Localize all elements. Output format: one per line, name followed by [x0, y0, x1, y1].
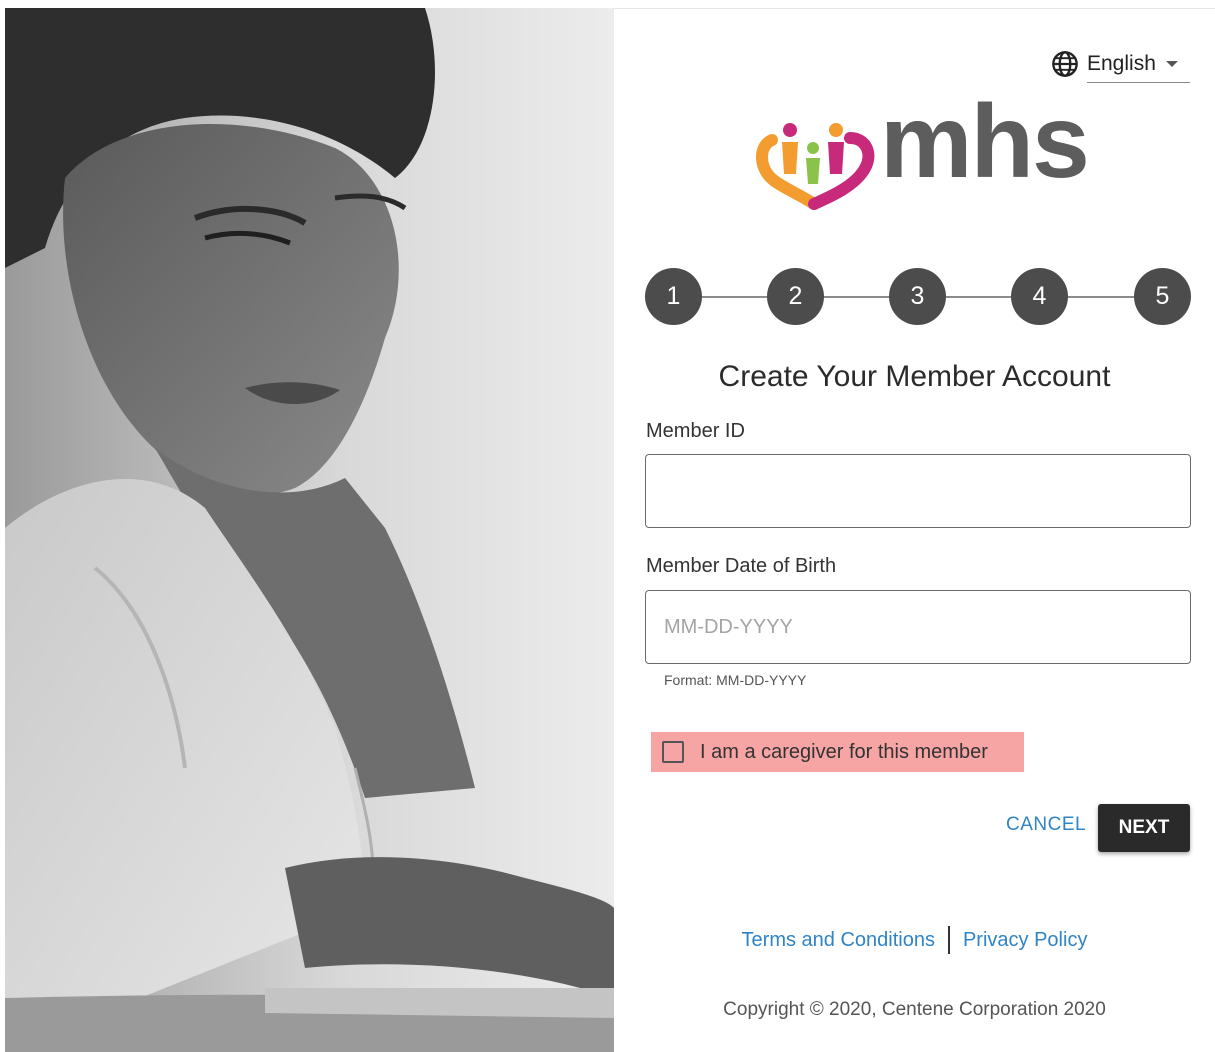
- next-button[interactable]: NEXT: [1098, 804, 1190, 852]
- terms-link[interactable]: Terms and Conditions: [742, 929, 935, 952]
- footer-separator: [947, 926, 950, 954]
- step-4: 4: [1011, 268, 1068, 325]
- language-selector[interactable]: English: [1052, 46, 1190, 83]
- step-5: 5: [1134, 268, 1191, 325]
- footer-links: Terms and Conditions Privacy Policy: [614, 926, 1215, 954]
- family-heart-logo-icon: [756, 123, 875, 210]
- globe-icon: [1052, 51, 1078, 77]
- mhs-logo: mhs: [754, 90, 1090, 212]
- hero-photo: [5, 8, 614, 1052]
- step-3: 3: [889, 268, 946, 325]
- person-at-laptop-image: [5, 8, 614, 1052]
- caregiver-checkbox-row[interactable]: I am a caregiver for this member: [651, 732, 1024, 772]
- logo-text: mhs: [880, 84, 1090, 200]
- language-label: English: [1087, 52, 1156, 75]
- chevron-down-icon: [1165, 61, 1178, 67]
- caregiver-checkbox[interactable]: [662, 741, 684, 763]
- signup-panel: English mhs 1 2 3 4 5 Create Your Member…: [614, 8, 1215, 1052]
- cancel-button[interactable]: CANCEL: [1006, 814, 1086, 836]
- privacy-link[interactable]: Privacy Policy: [963, 929, 1087, 952]
- page-title: Create Your Member Account: [718, 360, 1111, 393]
- dob-label: Member Date of Birth: [646, 555, 837, 577]
- dob-format-hint: Format: MM-DD-YYYY: [664, 672, 807, 688]
- step-2: 2: [767, 268, 824, 325]
- copyright-text: Copyright © 2020, Centene Corporation 20…: [723, 999, 1106, 1020]
- member-id-label: Member ID: [646, 420, 745, 442]
- dob-input[interactable]: [645, 590, 1191, 664]
- step-1: 1: [645, 268, 702, 325]
- member-id-input[interactable]: [645, 454, 1191, 528]
- caregiver-label: I am a caregiver for this member: [700, 740, 988, 763]
- progress-stepper: 1 2 3 4 5: [645, 268, 1191, 326]
